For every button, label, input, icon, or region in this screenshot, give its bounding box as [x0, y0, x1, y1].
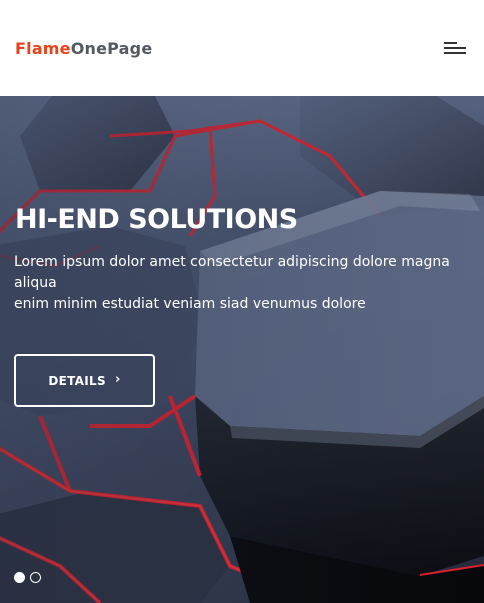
details-button[interactable]: DETAILS ›	[14, 354, 155, 407]
hero-slider: HI-END SOLUTIONS Lorem ipsum dolor amet …	[0, 96, 484, 603]
menu-line	[444, 47, 466, 49]
details-button-label: DETAILS	[48, 373, 106, 388]
logo-flame-text: Flame	[15, 39, 71, 58]
hero-description-line: Lorem ipsum dolor amet consectetur adipi…	[14, 254, 450, 291]
logo[interactable]: FlameOnePage	[15, 38, 152, 60]
hero-overlay	[0, 96, 484, 603]
slider-dot-2[interactable]	[30, 572, 41, 583]
menu-line	[444, 52, 466, 54]
hero-description: Lorem ipsum dolor amet consectetur adipi…	[14, 252, 469, 315]
site-header: FlameOnePage	[0, 0, 484, 96]
hamburger-menu-icon[interactable]	[444, 38, 470, 58]
slider-dot-1[interactable]	[14, 572, 25, 583]
hero-description-line: enim minim estudiat veniam siad venumus …	[14, 296, 366, 312]
logo-onepage-text: OnePage	[70, 39, 153, 58]
hero-title: HI-END SOLUTIONS	[15, 204, 298, 235]
chevron-right-icon: ›	[114, 372, 121, 387]
page: FlameOnePage HI-END SOLUTIONS Lorem ipsu…	[0, 0, 484, 603]
menu-line	[444, 42, 457, 44]
slider-pagination	[14, 572, 41, 584]
